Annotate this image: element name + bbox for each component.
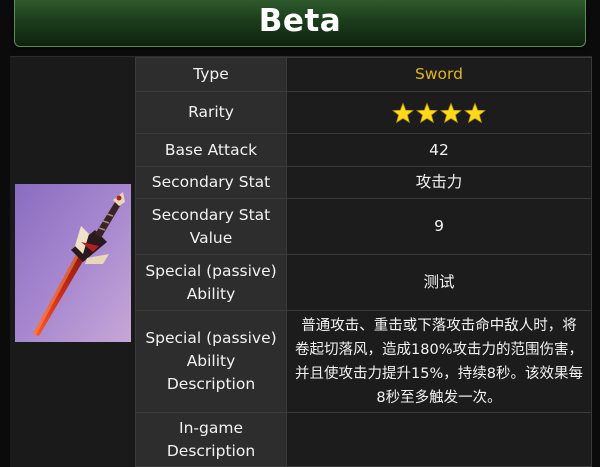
rarity-value xyxy=(286,91,592,134)
page-title: Beta xyxy=(258,3,342,39)
table-row-passive-description: Special (passive) Ability Description 普通… xyxy=(135,310,592,413)
label-line: Ability xyxy=(186,284,236,303)
table-row-secondary-stat: Secondary Stat 攻击力 xyxy=(135,166,592,199)
table-row-passive: Special (passive) Ability 测试 xyxy=(135,254,592,311)
title-banner: Beta xyxy=(14,0,586,47)
passive-description-value: 普通攻击、重击或下落攻击命中敌人时，将卷起切落风，造成180%攻击力的范围伤害，… xyxy=(286,310,592,413)
weapon-image-cell xyxy=(10,57,135,467)
rarity-label: Rarity xyxy=(135,91,287,134)
weapon-info-card: Type Sword Rarity Base Attack 42 Seconda… xyxy=(10,56,592,467)
passive-value: 测试 xyxy=(286,254,592,311)
secondary-stat-value-value: 9 xyxy=(286,198,592,255)
ingame-description-value xyxy=(286,412,592,467)
table-row-secondary-stat-value: Secondary Stat Value 9 xyxy=(135,198,592,255)
table-row-type: Type Sword xyxy=(135,57,592,92)
star-icon xyxy=(440,101,462,123)
table-row-ingame-description: In-game Description xyxy=(135,412,592,467)
secondary-stat-value-label: Secondary Stat Value xyxy=(135,198,287,255)
secondary-stat-label: Secondary Stat xyxy=(135,166,287,199)
label-line: Special (passive) xyxy=(145,261,277,280)
weapon-stats-table: Type Sword Rarity Base Attack 42 Seconda… xyxy=(135,57,592,467)
rarity-stars xyxy=(392,101,486,124)
label-line: In-game xyxy=(179,418,243,437)
sword-illustration xyxy=(15,184,131,342)
type-value: Sword xyxy=(286,57,592,92)
base-attack-label: Base Attack xyxy=(135,133,287,167)
label-line: Ability xyxy=(186,352,236,370)
secondary-stat-value: 攻击力 xyxy=(286,166,592,199)
passive-label: Special (passive) Ability xyxy=(135,254,287,311)
label-line: Secondary Stat xyxy=(151,205,271,224)
table-row-rarity: Rarity xyxy=(135,91,592,134)
ingame-description-label: In-game Description xyxy=(135,412,287,467)
passive-description-label: Special (passive) Ability Description xyxy=(135,310,287,413)
star-icon xyxy=(464,101,486,123)
label-line: Description xyxy=(166,375,256,393)
label-line: Value xyxy=(189,228,233,247)
table-row-base-attack: Base Attack 42 xyxy=(135,133,592,167)
label-line: Description xyxy=(166,441,256,460)
label-line: Special (passive) xyxy=(145,329,277,347)
star-icon xyxy=(416,101,438,123)
base-attack-value: 42 xyxy=(286,133,592,167)
star-icon xyxy=(392,101,414,123)
type-label: Type xyxy=(135,57,287,92)
